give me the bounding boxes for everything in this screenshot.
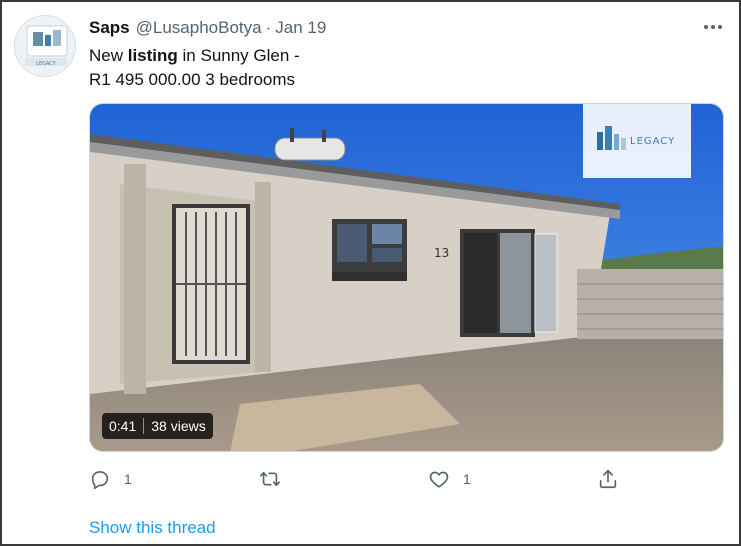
video-player[interactable]: 13 LEGACY 0:41 38 views [89, 103, 724, 452]
tweet-date[interactable]: Jan 19 [275, 18, 326, 38]
tweet-text-part2: in Sunny Glen - [177, 46, 300, 65]
share-icon [599, 469, 617, 489]
video-duration: 0:41 [109, 418, 137, 434]
like-button[interactable]: 1 [428, 464, 471, 494]
separator-dot: · [265, 18, 272, 37]
reply-count: 1 [124, 471, 132, 487]
watermark-text: LEGACY [630, 136, 676, 147]
retweet-icon [260, 471, 280, 487]
badge-divider [143, 418, 145, 434]
tweet-actions: 1 1 [89, 464, 649, 494]
house-number: 13 [434, 246, 449, 260]
watermark-logo: LEGACY [583, 104, 691, 178]
tweet-text-bold: listing [127, 46, 178, 65]
more-options-icon[interactable] [699, 16, 727, 38]
tweet-header: Saps @LusaphoBotya · Jan 19 [89, 17, 326, 39]
tweet-text-line1: New listing in Sunny Glen - [89, 44, 689, 68]
like-count: 1 [463, 471, 471, 487]
tweet-text-line2: R1 495 000.00 3 bedrooms [89, 70, 296, 89]
video-info-badge: 0:41 38 views [102, 413, 213, 439]
svg-text:LEGACY: LEGACY [36, 61, 57, 67]
video-views: 38 views [151, 418, 206, 434]
tweet-card[interactable]: LEGACY Saps @LusaphoBotya · Jan 19 New l… [0, 0, 741, 546]
avatar[interactable]: LEGACY [14, 15, 76, 77]
author-name[interactable]: Saps [89, 18, 130, 38]
author-handle[interactable]: @LusaphoBotya [136, 18, 262, 38]
avatar-image: LEGACY [15, 16, 75, 76]
share-button[interactable] [597, 464, 619, 494]
tweet-text-part1: New [89, 46, 128, 65]
retweet-button[interactable] [259, 464, 281, 494]
reply-button[interactable]: 1 [89, 464, 132, 494]
show-thread-link[interactable]: Show this thread [89, 518, 216, 538]
reply-icon [91, 471, 109, 490]
tweet-text: New listing in Sunny Glen - R1 495 000.0… [89, 44, 689, 92]
heart-icon [429, 471, 449, 488]
